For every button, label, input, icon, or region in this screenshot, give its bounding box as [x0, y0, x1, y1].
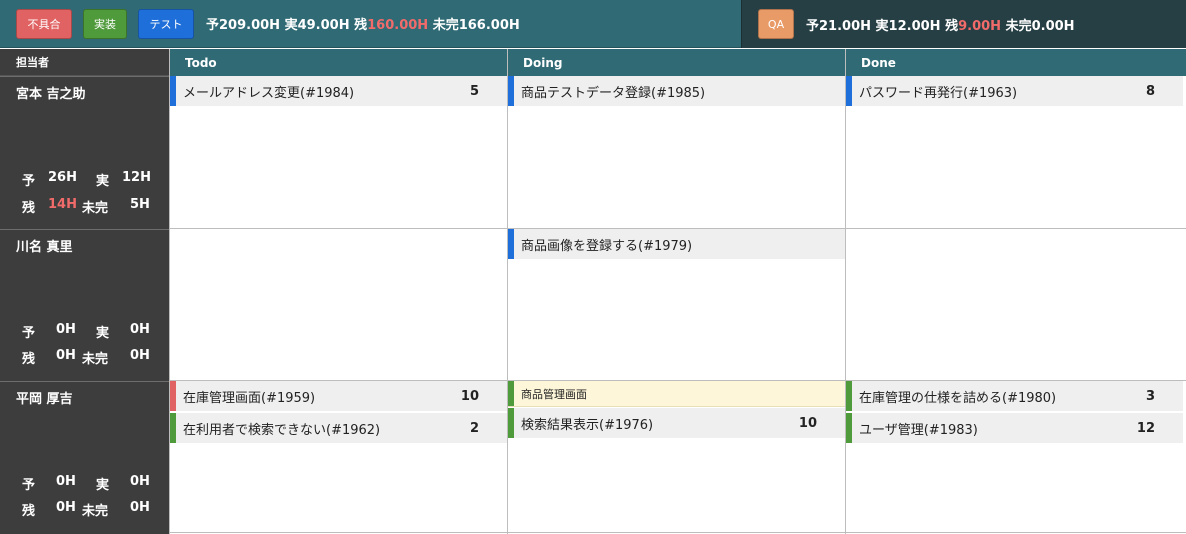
assignee-name: 平岡 厚吉 [16, 392, 73, 407]
card-title: 在庫管理の仕様を詰める(#1980) [859, 390, 1057, 406]
column-header-assignee: 担当者 [0, 49, 169, 76]
card-type-stripe [846, 381, 852, 411]
card-points: 3 [1145, 388, 1155, 404]
qa-unfinished: 未完0.00H [1005, 18, 1075, 34]
actual-value: 0H [130, 322, 150, 337]
card-points: 10 [460, 388, 479, 404]
plan-value: 0H [56, 474, 76, 489]
card-type-stripe [508, 229, 514, 259]
task-card[interactable]: メールアドレス変更(#1984) 5 [170, 76, 507, 107]
summary-actual: 実49.00H [284, 18, 350, 33]
qa-remaining-label: 残 [945, 18, 959, 34]
card-points: 10 [798, 415, 817, 431]
plan-value: 0H [56, 322, 76, 337]
bug-filter-button[interactable]: 不具合 [16, 8, 72, 39]
card-type-stripe [508, 76, 514, 106]
card-points: 2 [469, 420, 479, 436]
card-points: 12 [1136, 420, 1155, 436]
actual-label: 実 [96, 326, 110, 341]
task-card[interactable]: 検索結果表示(#1976) 10 [508, 408, 845, 439]
unfinished-label: 未完 [82, 352, 109, 367]
remaining-label: 残 [22, 201, 36, 216]
assignee-row-0[interactable]: 宮本 吉之助 予 26H 実 12H 残 14H 未完 5H [0, 76, 169, 229]
remaining-label: 残 [22, 504, 36, 519]
actual-value: 0H [130, 474, 150, 489]
remaining-label: 残 [22, 352, 36, 367]
task-card[interactable]: 在利用者で検索できない(#1962) 2 [170, 413, 507, 444]
parent-story-title: 商品管理画面 [521, 387, 587, 401]
task-card[interactable]: 在庫管理の仕様を詰める(#1980) 3 [846, 381, 1183, 412]
actual-label: 実 [96, 478, 110, 493]
column-header-doing: Doing [508, 49, 845, 76]
plan-label: 予 [22, 174, 36, 189]
unfinished-value: 5H [130, 197, 150, 212]
qa-remaining: 9.00H [958, 18, 1002, 34]
card-title: 在利用者で検索できない(#1962) [183, 422, 381, 438]
test-filter-button[interactable]: テスト [138, 8, 194, 39]
actual-value: 12H [122, 170, 151, 185]
assignee-name: 宮本 吉之助 [16, 87, 86, 102]
task-card[interactable]: パスワード再発行(#1963) 8 [846, 76, 1183, 107]
card-title: メールアドレス変更(#1984) [183, 85, 355, 101]
card-type-stripe [170, 381, 176, 411]
card-type-stripe [508, 408, 514, 438]
assignee-row-2[interactable]: 平岡 厚吉 予 0H 実 0H 残 0H 未完 0H [0, 381, 169, 534]
remaining-value: 14H [48, 197, 77, 212]
card-points: 5 [469, 83, 479, 99]
assignee-name: 川名 真里 [16, 240, 73, 255]
board-divider [169, 49, 170, 534]
card-title: 商品テストデータ登録(#1985) [521, 85, 706, 101]
plan-value: 26H [48, 170, 77, 185]
card-title: 検索結果表示(#1976) [521, 417, 654, 433]
parent-story-header[interactable]: 商品管理画面 [508, 381, 845, 407]
qa-summary-bar: QA 予21.00H 実12.00H 残9.00H 未完0.00H [741, 0, 1186, 48]
column-header-done: Done [846, 49, 1186, 76]
unfinished-label: 未完 [82, 201, 109, 216]
qa-actual: 実12.00H [875, 18, 941, 34]
main-summary-bar: 不具合 実装 テスト 予209.00H 実49.00H 残160.00H 未完1… [0, 0, 741, 48]
card-type-stripe [846, 76, 852, 106]
plan-label: 予 [22, 326, 36, 341]
card-title: 商品画像を登録する(#1979) [521, 238, 693, 254]
board-divider [507, 49, 508, 534]
top-bar: 不具合 実装 テスト 予209.00H 実49.00H 残160.00H 未完1… [0, 0, 1186, 48]
summary-unfinished: 未完166.00H [432, 18, 520, 33]
card-type-stripe [170, 76, 176, 106]
unfinished-value: 0H [130, 500, 150, 515]
implementation-filter-button[interactable]: 実装 [83, 8, 127, 39]
board-divider [169, 532, 1186, 533]
unfinished-value: 0H [130, 348, 150, 363]
qa-filter-button[interactable]: QA [758, 9, 794, 39]
card-title: 在庫管理画面(#1959) [183, 390, 316, 406]
summary-remaining: 160.00H [367, 18, 429, 33]
task-card[interactable]: 商品テストデータ登録(#1985) [508, 76, 845, 107]
qa-plan: 予21.00H [806, 18, 872, 34]
summary-stats: 予209.00H 実49.00H 残160.00H 未完166.00H [206, 14, 520, 33]
card-points: 8 [1145, 83, 1155, 99]
assignee-row-1[interactable]: 川名 真里 予 0H 実 0H 残 0H 未完 0H [0, 229, 169, 381]
task-card[interactable]: 商品画像を登録する(#1979) [508, 229, 845, 260]
qa-stats: 予21.00H 実12.00H 残9.00H 未完0.00H [806, 15, 1075, 34]
card-type-stripe [846, 413, 852, 443]
actual-label: 実 [96, 174, 110, 189]
card-type-stripe [170, 413, 176, 443]
card-title: ユーザ管理(#1983) [859, 422, 978, 438]
task-card[interactable]: 在庫管理画面(#1959) 10 [170, 381, 507, 412]
remaining-value: 0H [56, 348, 76, 363]
card-title: パスワード再発行(#1963) [859, 85, 1018, 101]
summary-plan: 予209.00H [206, 18, 281, 33]
unfinished-label: 未完 [82, 504, 109, 519]
plan-label: 予 [22, 478, 36, 493]
column-header-todo: Todo [170, 49, 507, 76]
summary-remaining-label: 残 [354, 18, 368, 33]
task-card[interactable]: ユーザ管理(#1983) 12 [846, 413, 1183, 444]
remaining-value: 0H [56, 500, 76, 515]
board-divider [845, 49, 846, 534]
card-type-stripe [508, 381, 514, 406]
